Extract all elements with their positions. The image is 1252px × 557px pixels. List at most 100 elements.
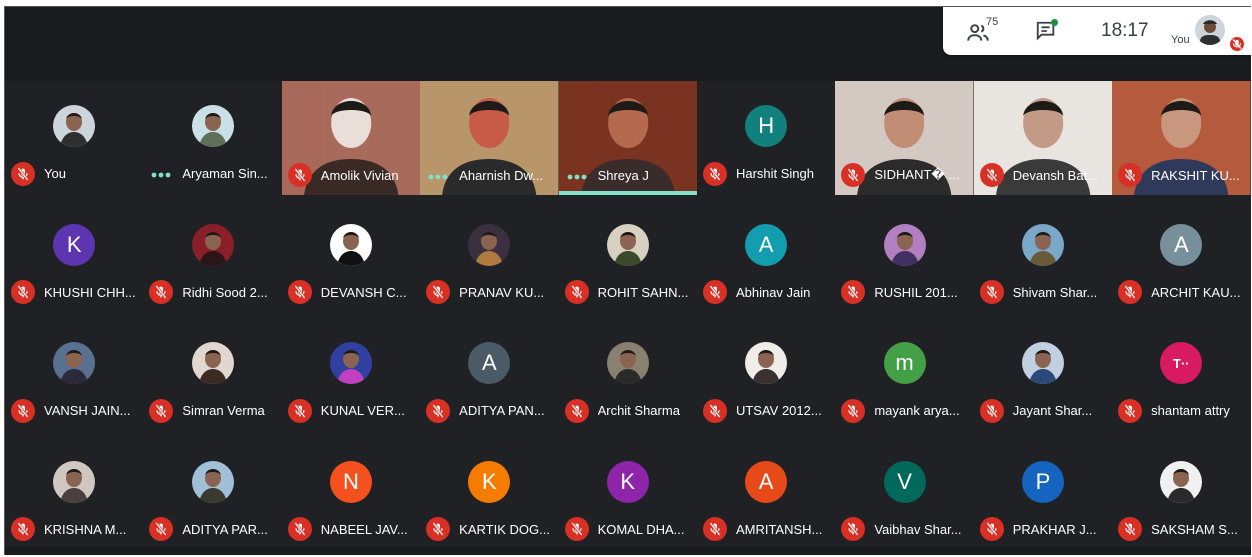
participant-tile[interactable]: KOMAL DHA... K [558, 436, 697, 555]
participant-tile[interactable]: ROHIT SAHN... [558, 199, 697, 318]
chat-notification-dot [1051, 19, 1058, 26]
participant-name-row: PRANAV KU... [426, 280, 554, 304]
participant-name-row: RAKSHIT KU... [1118, 163, 1246, 187]
participant-tile[interactable]: Simran Verma [143, 318, 282, 437]
participant-tile[interactable]: Shivam Shar... [973, 199, 1113, 318]
participant-name-row: RUSHIL 201... [841, 280, 969, 304]
mic-off-icon [847, 285, 860, 299]
letter-avatar: P [1021, 460, 1064, 503]
mic-off-icon [1124, 285, 1136, 299]
profile-photo [329, 223, 372, 266]
mic-off-indicator [979, 398, 1004, 423]
participant-tile[interactable]: KARTIK DOG... K [420, 436, 559, 555]
participant-tile[interactable]: Vaibhav Shar... V [835, 436, 974, 555]
participant-name: KOMAL DHA... [597, 521, 685, 537]
participant-name: shantam attry [1151, 403, 1230, 418]
participant-tile[interactable]: UTSAV 2012... [696, 318, 836, 437]
participant-name-row: SIDHANT� ... [841, 163, 969, 187]
avatar [883, 223, 926, 266]
participant-tile[interactable]: NABEEL JAV... N [281, 436, 421, 555]
participant-tile[interactable]: ADITYA PAN... A [420, 318, 559, 437]
participant-tile[interactable]: SAKSHAM S... [1112, 436, 1251, 555]
profile-photo [329, 342, 372, 384]
participant-name: Archit Sharma [597, 403, 680, 418]
participant-tile[interactable]: shantam attry T·· [1112, 318, 1251, 437]
mic-off-indicator [149, 517, 174, 541]
profile-photo [1021, 223, 1064, 266]
participant-tile[interactable]: Aryaman Sin... [143, 81, 282, 200]
audio-activity-icon [565, 170, 589, 181]
avatar-letter: A [758, 231, 774, 257]
participant-tile[interactable]: ARCHIT KAU... A [1112, 199, 1251, 318]
participant-tile[interactable]: AMRITANSH... A [696, 436, 836, 555]
people-button[interactable] [965, 17, 1005, 47]
participant-tile[interactable]: RUSHIL 201... [835, 199, 974, 318]
participant-tile[interactable]: DEVANSH C... [281, 199, 421, 318]
participant-tile[interactable]: SIDHANT� ... [835, 81, 974, 195]
participant-tile[interactable]: You [5, 81, 144, 200]
participant-tile[interactable]: Jayant Shar... [973, 318, 1113, 437]
participant-tile[interactable]: Archit Sharma [558, 318, 697, 437]
participant-name: ARCHIT KAU... [1151, 284, 1241, 300]
participant-name-row: ARCHIT KAU... [1118, 280, 1246, 304]
profile-photo [53, 460, 96, 503]
mic-off-indicator [841, 280, 866, 304]
participant-name: SAKSHAM S... [1151, 521, 1238, 537]
letter-avatar: A [468, 342, 511, 384]
self-preview[interactable] [1195, 15, 1225, 45]
mic-off-icon [294, 522, 306, 536]
letter-avatar: T·· [1160, 342, 1203, 384]
participant-tile[interactable]: RAKSHIT KU... [1112, 81, 1251, 195]
dots-icon [567, 174, 586, 179]
participant-name-row: shantam attry [1118, 398, 1246, 423]
participant-name: Aryaman Sin... [182, 166, 268, 181]
mic-off-icon [1124, 522, 1136, 536]
participant-tile[interactable]: PRAKHAR J... P [973, 436, 1113, 555]
participant-tile[interactable]: KUNAL VER... [281, 318, 421, 437]
participant-tile[interactable]: KHUSHI CHH... K [5, 199, 144, 318]
mic-off-icon [709, 522, 721, 536]
active-speaker-bar [558, 191, 697, 195]
mic-off-icon [1124, 168, 1136, 182]
participant-tile[interactable]: Ridhi Sood 2... [143, 199, 282, 318]
avatar-letter: A [1173, 231, 1189, 257]
participant-tile[interactable]: Harshit Singh H [696, 81, 836, 200]
mic-off-icon [570, 285, 583, 299]
letter-avatar: N [329, 460, 372, 503]
participant-tile[interactable]: Aharnish Dw... [420, 81, 559, 195]
participant-tile[interactable]: mayank arya... m [835, 318, 974, 437]
dots-icon [428, 174, 448, 179]
avatar [329, 342, 372, 384]
participant-name: AMRITANSH... [735, 521, 823, 537]
participant-name: KHUSHI CHH... [44, 284, 136, 300]
avatar-letter: H [758, 113, 775, 138]
mic-off-indicator [11, 517, 35, 541]
profile-photo [1160, 460, 1203, 503]
participant-name-row: KUNAL VER... [287, 398, 416, 423]
participant-tile[interactable]: Shreya J [558, 81, 697, 195]
mic-off-indicator [564, 517, 589, 541]
participant-tile[interactable]: Amolik Vivian [281, 81, 421, 195]
clock: 18:17 [1101, 20, 1149, 41]
mic-off-icon [847, 522, 860, 536]
participant-tile[interactable]: KRISHNA M... [5, 436, 144, 555]
mic-off-indicator [702, 398, 727, 423]
avatar [468, 223, 511, 266]
participant-tile[interactable]: Abhinav Jain A [696, 199, 836, 318]
mic-off-indicator [841, 517, 866, 541]
profile-photo [191, 342, 234, 384]
participant-tile[interactable]: PRANAV KU... [420, 199, 559, 318]
mic-off-indicator [841, 163, 866, 187]
participant-tile[interactable]: Devansh Bat... [973, 81, 1113, 195]
participant-name: RAKSHIT KU... [1151, 167, 1240, 183]
participant-name: Shreya J [597, 167, 649, 183]
avatar-letter: P [1035, 468, 1051, 494]
participant-tile[interactable]: VANSH JAIN... [5, 318, 144, 437]
participant-name-row: Aharnish Dw... [426, 163, 554, 187]
mic-off-indicator [287, 280, 312, 304]
profile-photo [191, 460, 234, 503]
participant-tile[interactable]: ADITYA PAR... [143, 436, 282, 555]
participant-name-row: KARTIK DOG... [426, 517, 554, 541]
mic-off-icon [432, 285, 444, 299]
mic-off-icon [155, 403, 168, 418]
